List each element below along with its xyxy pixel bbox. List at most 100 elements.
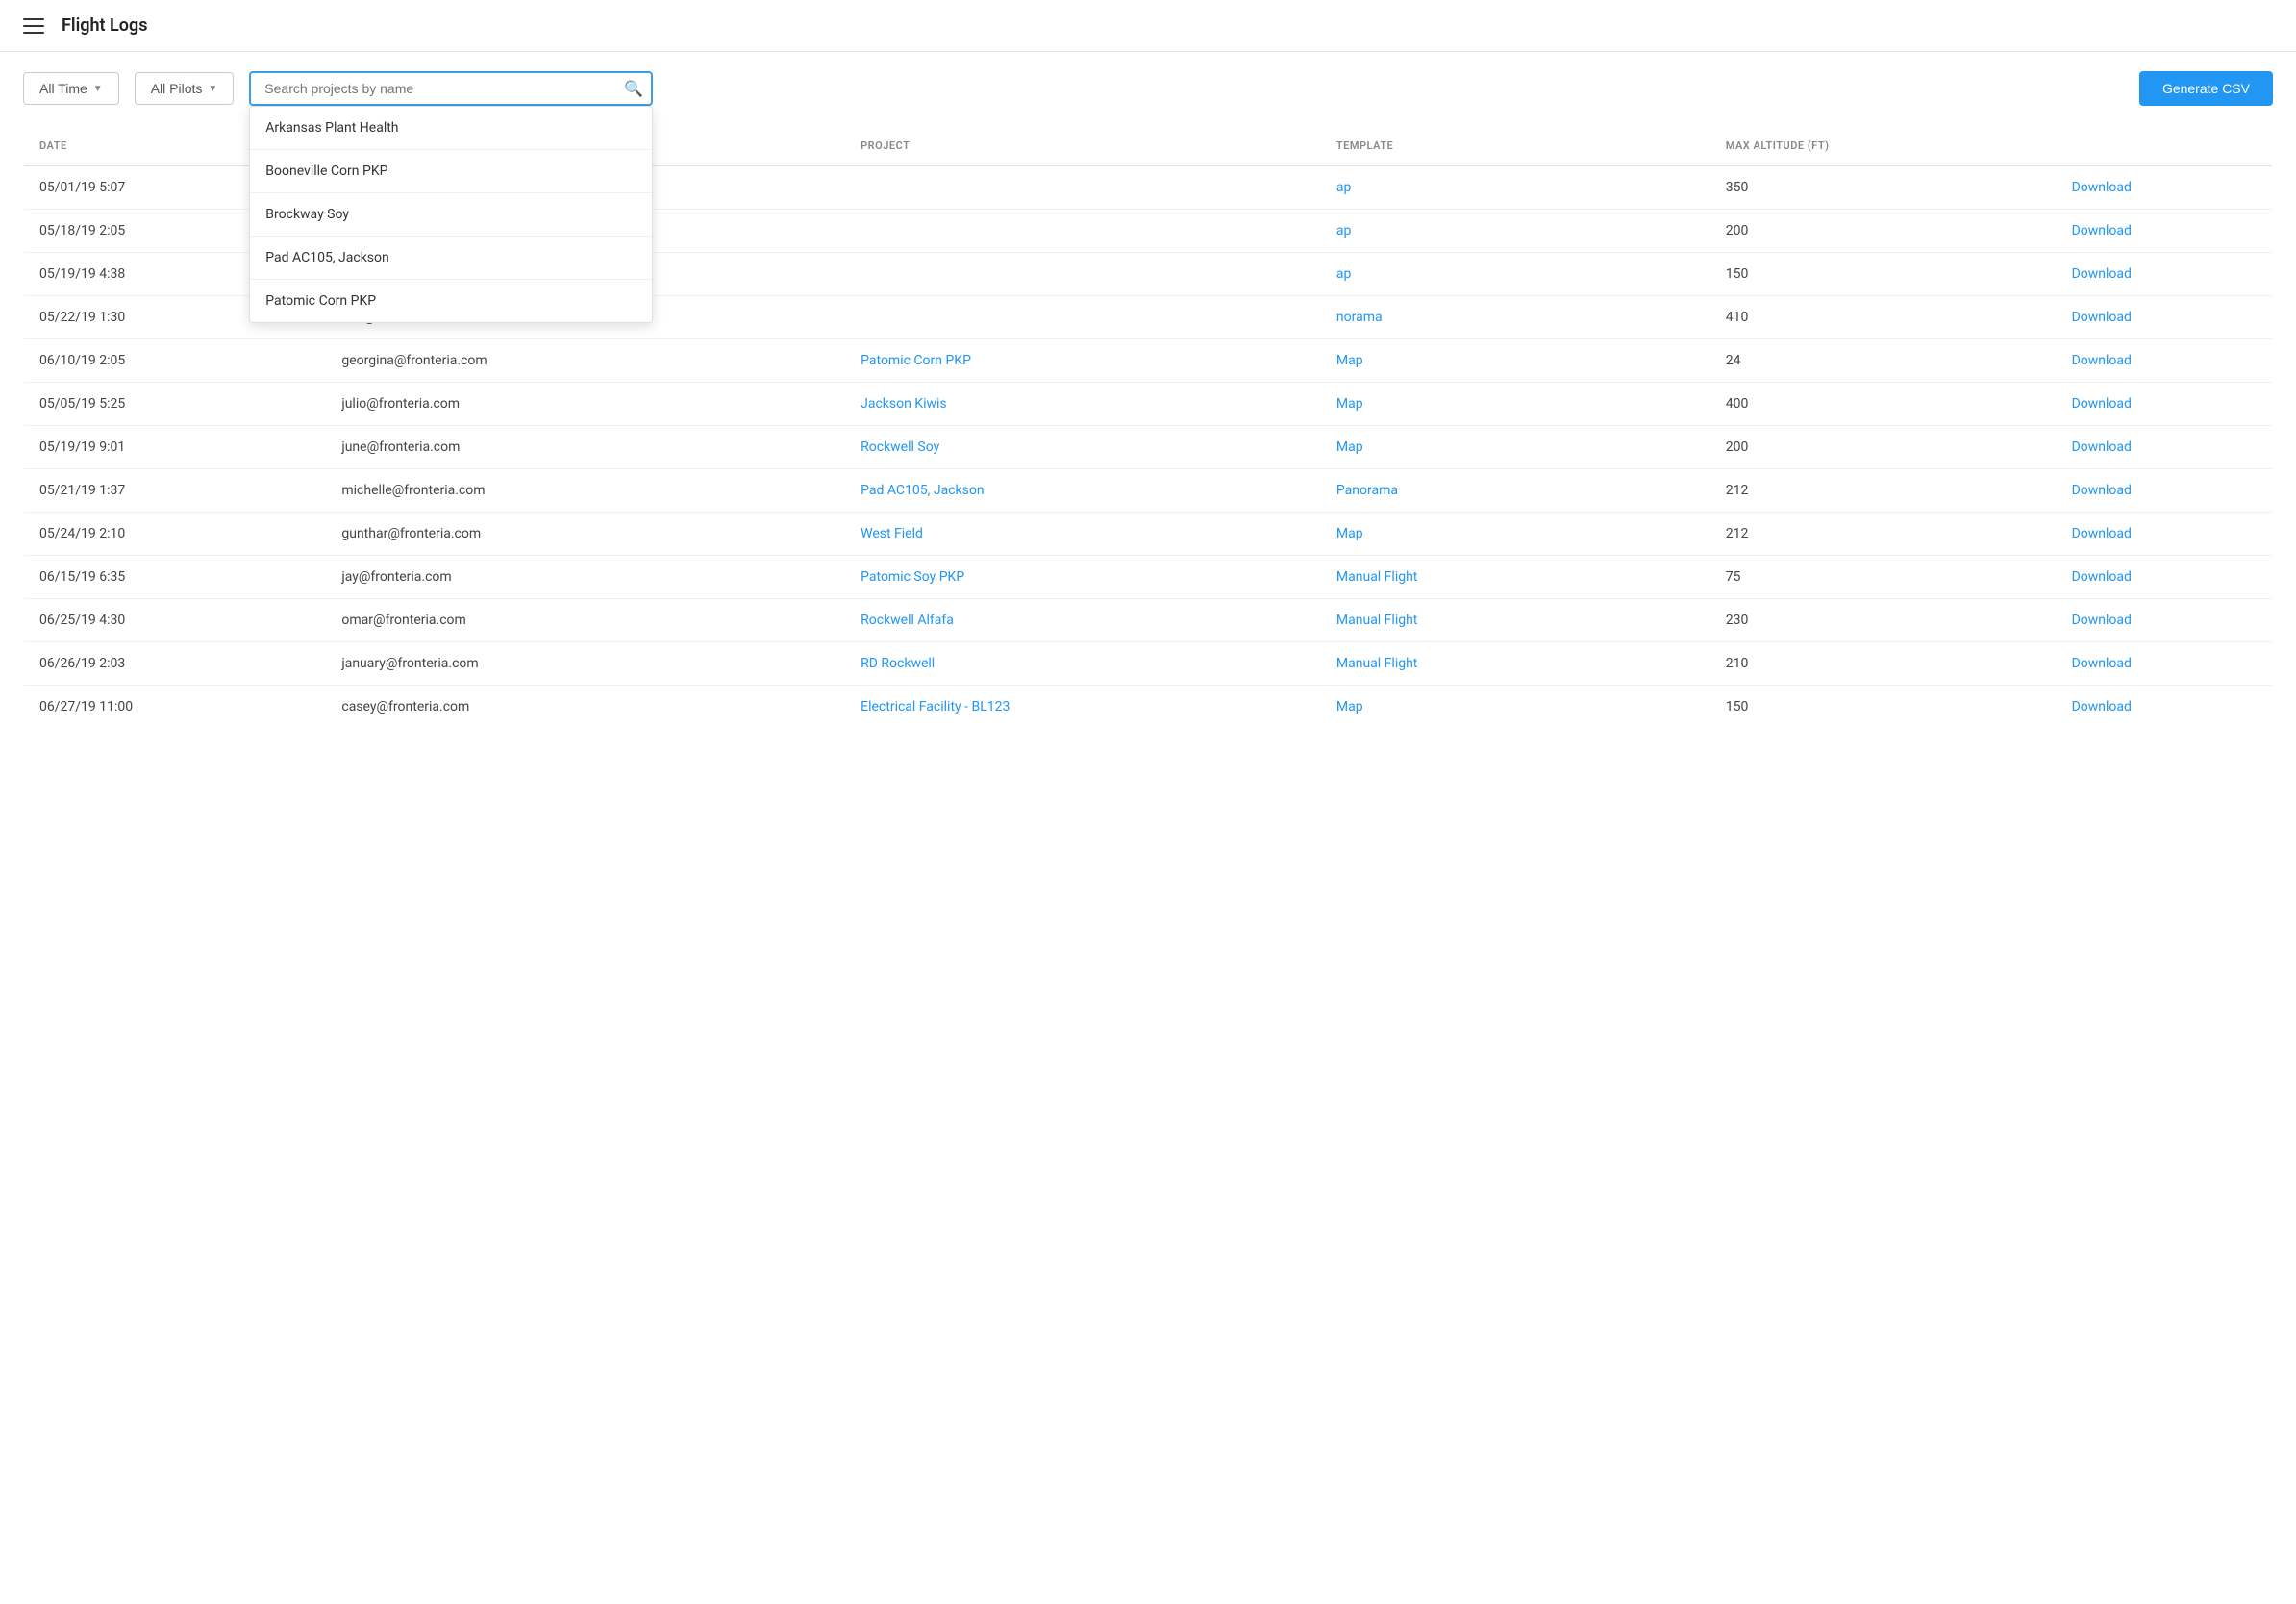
- project-link[interactable]: Jackson Kiwis: [861, 396, 947, 412]
- download-link[interactable]: Download: [2072, 699, 2132, 714]
- template-link[interactable]: Map: [1336, 353, 1363, 368]
- col-header-project: PROJECT: [845, 126, 1321, 166]
- cell-project: West Field: [845, 513, 1321, 556]
- generate-csv-button[interactable]: Generate CSV: [2139, 71, 2273, 106]
- cell-date: 05/19/19 9:01: [24, 426, 327, 469]
- cell-template: norama: [1321, 296, 1710, 339]
- cell-template: Manual Flight: [1321, 599, 1710, 642]
- cell-date: 05/24/19 2:10: [24, 513, 327, 556]
- app-header: Flight Logs: [0, 0, 2296, 52]
- project-link[interactable]: Patomic Soy PKP: [861, 569, 964, 585]
- download-link[interactable]: Download: [2072, 180, 2132, 195]
- cell-template: ap: [1321, 253, 1710, 296]
- cell-altitude: 210: [1710, 642, 2057, 686]
- col-header-altitude: MAX ALTITUDE (FT): [1710, 126, 2057, 166]
- cell-altitude: 24: [1710, 339, 2057, 383]
- download-link[interactable]: Download: [2072, 526, 2132, 541]
- cell-download: Download: [2057, 166, 2273, 210]
- cell-date: 05/21/19 1:37: [24, 469, 327, 513]
- download-link[interactable]: Download: [2072, 483, 2132, 498]
- table-row: 05/19/19 9:01 june@fronteria.com Rockwel…: [24, 426, 2273, 469]
- dropdown-item[interactable]: Arkansas Plant Health: [250, 107, 652, 150]
- cell-template: ap: [1321, 166, 1710, 210]
- search-wrapper: 🔍 Arkansas Plant Health Booneville Corn …: [249, 71, 653, 106]
- table-row: 06/15/19 6:35 jay@fronteria.com Patomic …: [24, 556, 2273, 599]
- time-filter-label: All Time: [39, 81, 87, 96]
- dropdown-item[interactable]: Booneville Corn PKP: [250, 150, 652, 193]
- template-link[interactable]: Map: [1336, 396, 1363, 412]
- project-link[interactable]: Pad AC105, Jackson: [861, 483, 984, 498]
- cell-pilot: gunthar@fronteria.com: [326, 513, 845, 556]
- cell-template: Map: [1321, 513, 1710, 556]
- cell-date: 05/05/19 5:25: [24, 383, 327, 426]
- cell-download: Download: [2057, 339, 2273, 383]
- table-row: 06/26/19 2:03 january@fronteria.com RD R…: [24, 642, 2273, 686]
- chevron-down-icon: ▼: [93, 84, 103, 94]
- download-link[interactable]: Download: [2072, 223, 2132, 238]
- cell-template: ap: [1321, 210, 1710, 253]
- cell-project: Pad AC105, Jackson: [845, 469, 1321, 513]
- download-link[interactable]: Download: [2072, 396, 2132, 412]
- template-link[interactable]: Panorama: [1336, 483, 1398, 498]
- table-row: 05/05/19 5:25 julio@fronteria.com Jackso…: [24, 383, 2273, 426]
- download-link[interactable]: Download: [2072, 439, 2132, 455]
- project-link[interactable]: Rockwell Alfafa: [861, 613, 954, 628]
- cell-download: Download: [2057, 210, 2273, 253]
- dropdown-item[interactable]: Brockway Soy: [250, 193, 652, 237]
- template-link[interactable]: Manual Flight: [1336, 613, 1417, 628]
- pilots-filter-button[interactable]: All Pilots ▼: [135, 72, 235, 105]
- template-link[interactable]: Map: [1336, 439, 1363, 455]
- table-row: 06/10/19 2:05 georgina@fronteria.com Pat…: [24, 339, 2273, 383]
- dropdown-item[interactable]: Pad AC105, Jackson: [250, 237, 652, 280]
- cell-project: Jackson Kiwis: [845, 383, 1321, 426]
- search-input[interactable]: [249, 71, 653, 106]
- cell-project: RD Rockwell: [845, 642, 1321, 686]
- cell-pilot: julio@fronteria.com: [326, 383, 845, 426]
- cell-download: Download: [2057, 642, 2273, 686]
- toolbar: All Time ▼ All Pilots ▼ 🔍 Arkansas Plant…: [0, 52, 2296, 125]
- project-link[interactable]: Patomic Corn PKP: [861, 353, 971, 368]
- cell-download: Download: [2057, 383, 2273, 426]
- search-icon: 🔍: [624, 80, 643, 98]
- download-link[interactable]: Download: [2072, 656, 2132, 671]
- cell-project: Rockwell Soy: [845, 426, 1321, 469]
- cell-altitude: 150: [1710, 253, 2057, 296]
- cell-download: Download: [2057, 253, 2273, 296]
- download-link[interactable]: Download: [2072, 353, 2132, 368]
- cell-pilot: omar@fronteria.com: [326, 599, 845, 642]
- cell-altitude: 410: [1710, 296, 2057, 339]
- project-link[interactable]: West Field: [861, 526, 923, 541]
- table-row: 06/25/19 4:30 omar@fronteria.com Rockwel…: [24, 599, 2273, 642]
- table-row: 05/21/19 1:37 michelle@fronteria.com Pad…: [24, 469, 2273, 513]
- cell-download: Download: [2057, 426, 2273, 469]
- cell-altitude: 212: [1710, 513, 2057, 556]
- cell-altitude: 230: [1710, 599, 2057, 642]
- download-link[interactable]: Download: [2072, 569, 2132, 585]
- download-link[interactable]: Download: [2072, 310, 2132, 325]
- cell-pilot: michelle@fronteria.com: [326, 469, 845, 513]
- cell-pilot: casey@fronteria.com: [326, 686, 845, 729]
- time-filter-button[interactable]: All Time ▼: [23, 72, 119, 105]
- template-link[interactable]: Manual Flight: [1336, 656, 1417, 671]
- template-link[interactable]: Manual Flight: [1336, 569, 1417, 585]
- cell-template: Manual Flight: [1321, 556, 1710, 599]
- cell-project: Patomic Soy PKP: [845, 556, 1321, 599]
- cell-project: Patomic Corn PKP: [845, 339, 1321, 383]
- cell-template: Map: [1321, 339, 1710, 383]
- template-link[interactable]: Map: [1336, 699, 1363, 714]
- template-link[interactable]: Map: [1336, 526, 1363, 541]
- cell-date: 06/10/19 2:05: [24, 339, 327, 383]
- cell-date: 06/26/19 2:03: [24, 642, 327, 686]
- dropdown-item[interactable]: Patomic Corn PKP: [250, 280, 652, 322]
- project-link[interactable]: Electrical Facility - BL123: [861, 699, 1010, 714]
- project-link[interactable]: RD Rockwell: [861, 656, 935, 671]
- download-link[interactable]: Download: [2072, 266, 2132, 282]
- search-dropdown: Arkansas Plant Health Booneville Corn PK…: [249, 106, 653, 323]
- project-link[interactable]: Rockwell Soy: [861, 439, 939, 455]
- menu-icon[interactable]: [23, 18, 44, 34]
- cell-project: [845, 166, 1321, 210]
- cell-altitude: 200: [1710, 210, 2057, 253]
- cell-pilot: january@fronteria.com: [326, 642, 845, 686]
- download-link[interactable]: Download: [2072, 613, 2132, 628]
- cell-download: Download: [2057, 686, 2273, 729]
